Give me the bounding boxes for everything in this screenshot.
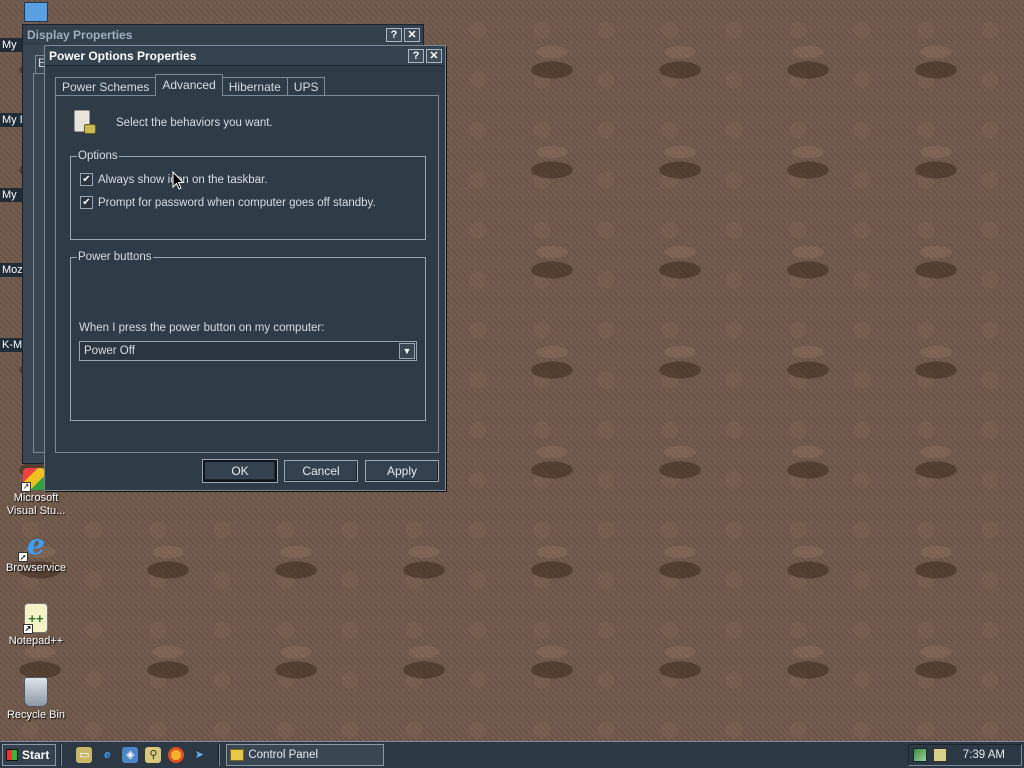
tab-ups[interactable]: UPS [286,77,326,96]
send-icon[interactable]: ➤ [191,747,207,763]
desktop-label-partial-1[interactable]: My [0,38,22,52]
cancel-button[interactable]: Cancel [284,460,358,482]
desktop-icon-label: Browservice [6,562,66,574]
selected-value: Power Off [84,345,135,357]
taskbar: Start ▭ e ◈ ⚲ ➤ Control Panel 7:39 AM [0,741,1024,768]
desktop-label-partial-2[interactable]: My D [0,113,22,127]
desktop-icon-recycle-bin[interactable]: Recycle Bin [3,677,69,722]
close-button[interactable]: ✕ [426,48,442,63]
desktop-icon-browservice[interactable]: e ↗ Browservice [3,528,69,575]
notepad-plus-plus-icon: ++ ↗ [23,603,48,634]
power-buttons-group: Power buttons When I press the power but… [70,251,426,421]
options-group: Options ✔ Always show icon on the taskba… [70,150,426,240]
clock[interactable]: 7:39 AM [963,749,1005,761]
tab-hibernate[interactable]: Hibernate [221,77,288,96]
intro-text: Select the behaviors you want. [116,117,273,129]
folder-icon [230,749,245,761]
search-icon[interactable]: ⚲ [145,747,162,763]
chevron-down-icon[interactable]: ▼ [399,343,415,359]
quick-launch: ▭ e ◈ ⚲ ➤ [76,747,214,763]
show-icon-checkbox[interactable]: ✔ [80,173,93,186]
task-label: Control Panel [248,749,319,761]
windows-logo-icon [6,749,18,761]
help-button[interactable]: ? [386,28,402,42]
tab-bar: Power Schemes Advanced Hibernate UPS [55,74,326,96]
prompt-password-label[interactable]: Prompt for password when computer goes o… [98,197,376,209]
prompt-password-checkbox[interactable]: ✔ [80,196,93,209]
tab-advanced[interactable]: Advanced [155,74,223,96]
advanced-tab-panel: Select the behaviors you want. Options ✔… [55,95,439,453]
close-button[interactable]: ✕ [404,28,420,42]
desktop-icon-label: Notepad++ [8,635,64,647]
taskbar-separator [218,744,221,766]
internet-explorer-icon[interactable]: e [99,747,115,763]
apply-button[interactable]: Apply [365,460,439,482]
power-buttons-legend: Power buttons [78,251,152,263]
taskbar-separator [60,744,63,766]
options-legend: Options [78,150,118,162]
dialog-title: Power Options Properties [49,48,197,63]
firefox-icon[interactable] [168,747,185,763]
show-desktop-icon[interactable]: ▭ [76,747,93,763]
tab-power-schemes[interactable]: Power Schemes [55,77,157,96]
start-button[interactable]: Start [2,744,57,766]
desktop-icon-notepadpp[interactable]: ++ ↗ Notepad++ [3,603,69,648]
window-title: Display Properties [27,28,133,42]
visual-studio-icon: ↗ [21,468,45,492]
desktop-icon-label: Microsoft Visual Stu... [6,492,66,517]
ok-button[interactable]: OK [202,459,278,483]
power-button-action-select[interactable]: Power Off ▼ [79,341,417,361]
mouse-cursor-icon [172,171,184,190]
power-button-prompt: When I press the power button on my comp… [79,322,325,334]
network-status-icon[interactable] [913,748,927,762]
intro-row: Select the behaviors you want. [68,108,273,138]
taskbar-button-control-panel[interactable]: Control Panel [226,744,385,766]
prompt-password-checkbox-row[interactable]: ✔ Prompt for password when computer goes… [80,196,376,209]
internet-explorer-icon: e ↗ [18,527,45,562]
desktop-label-partial-5[interactable]: K-M [0,338,22,352]
display-properties-titlebar[interactable]: Display Properties ? ✕ [23,25,423,45]
desktop-label-partial-3[interactable]: My [0,188,22,202]
power-options-dialog[interactable]: Power Options Properties ? ✕ Power Schem… [44,45,446,491]
desktop-label-partial-4[interactable]: Moz [0,263,22,277]
dialog-titlebar[interactable]: Power Options Properties ? ✕ [45,46,445,66]
network-icon[interactable]: ◈ [122,747,139,763]
help-button[interactable]: ? [408,48,424,63]
recycle-bin-icon [24,677,48,707]
desktop-icon-partial[interactable] [24,2,48,22]
desktop-icon-label: Recycle Bin [6,709,66,721]
system-tray: 7:39 AM [908,744,1022,766]
tray-app-icon[interactable] [933,748,947,762]
start-label: Start [22,748,50,762]
power-plug-icon [68,108,98,138]
